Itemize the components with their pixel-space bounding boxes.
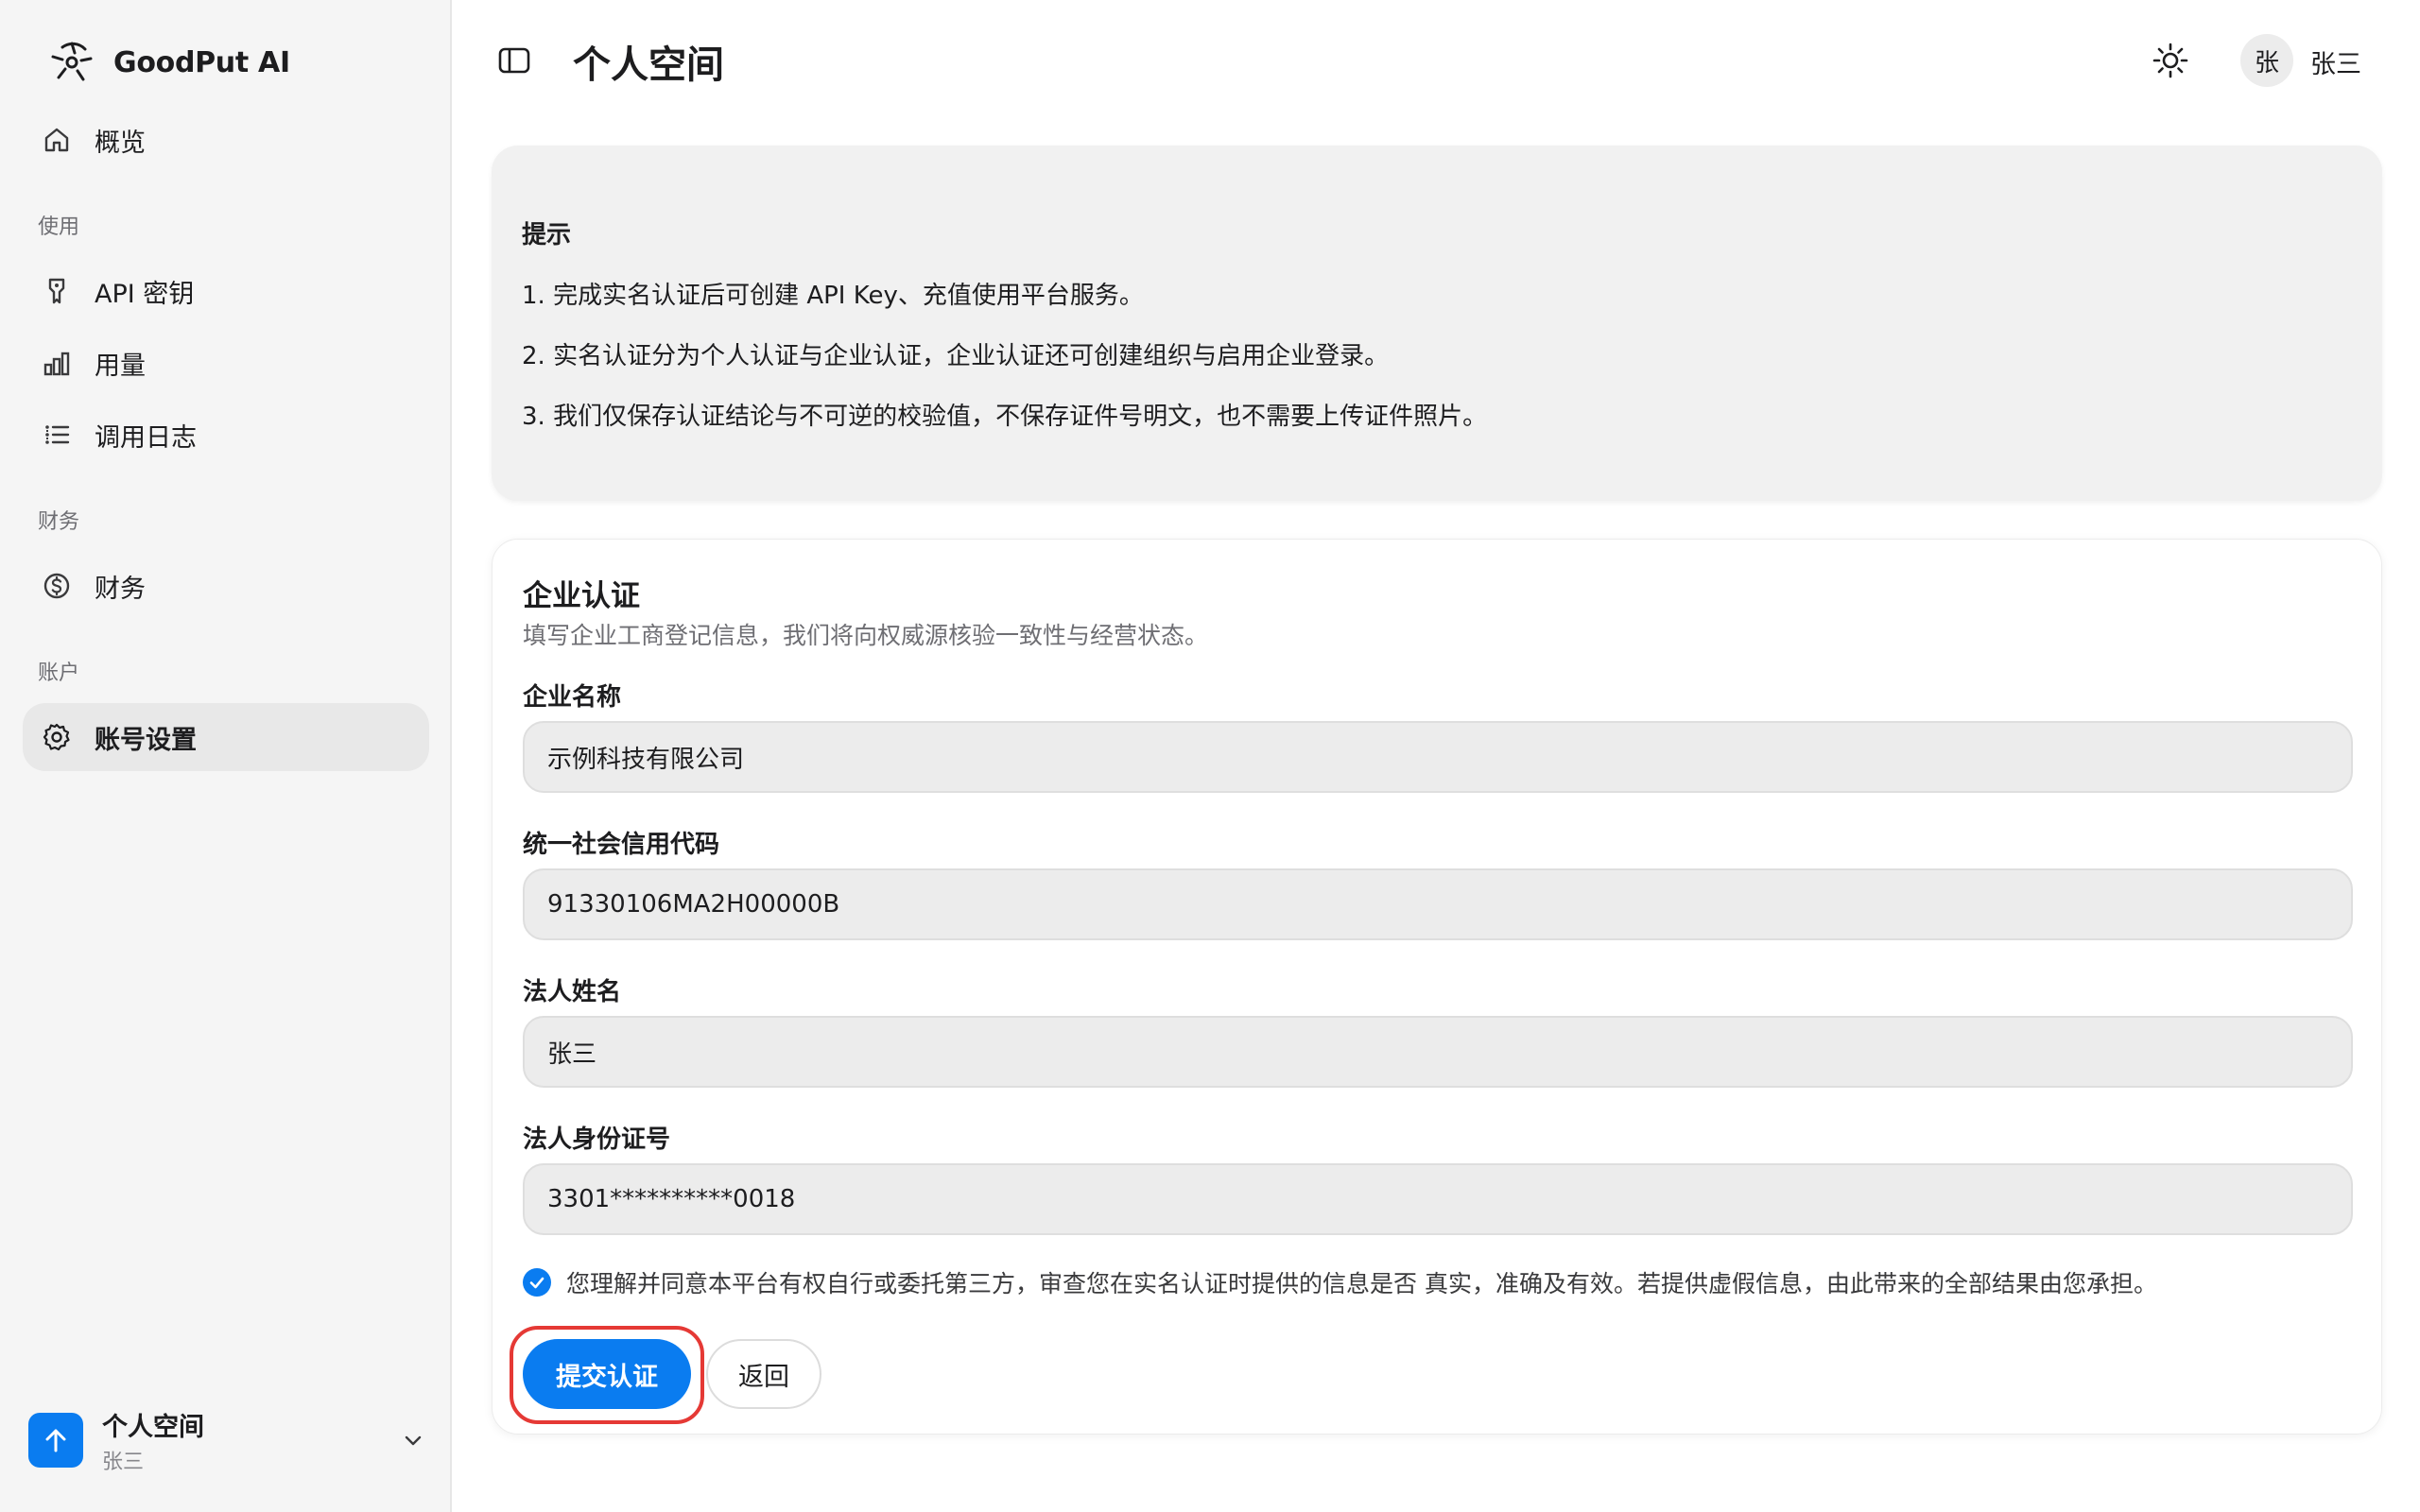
sidebar-item-logs[interactable]: 调用日志 xyxy=(23,401,429,469)
back-button[interactable]: 返回 xyxy=(706,1339,821,1409)
form-title: 企业认证 xyxy=(523,579,640,613)
home-icon xyxy=(44,128,69,152)
workspace-text: 个人空间 张三 xyxy=(102,1406,382,1475)
nav-section-finance: 财务 xyxy=(38,510,80,534)
dollar-circle-icon xyxy=(43,573,70,599)
workspace-user: 张三 xyxy=(102,1450,145,1474)
workspace-name: 个人空间 xyxy=(102,1412,204,1442)
company-name-input[interactable] xyxy=(523,721,2353,793)
avatar[interactable]: 张 xyxy=(2240,34,2293,87)
sidebar-toggle-icon[interactable] xyxy=(497,45,531,76)
gear-icon xyxy=(43,723,70,751)
sidebar-item-finance[interactable]: 财务 xyxy=(23,552,429,620)
legal-id-input[interactable] xyxy=(523,1163,2353,1235)
legal-name-label: 法人姓名 xyxy=(523,978,622,1006)
form-description: 填写企业工商登记信息，我们将向权威源核验一致性与经营状态。 xyxy=(523,622,1209,649)
notice-line: 3. 我们仅保存认证结论与不可逆的校验值，不保存证件号明文，也不需要上传证件照片… xyxy=(522,403,1488,431)
list-icon xyxy=(45,425,70,444)
agreement-row: 您理解并同意本平台有权自行或委托第三方，审查您在实名认证时提供的信息是否 真实，… xyxy=(523,1265,2157,1299)
legal-id-label: 法人身份证号 xyxy=(523,1125,671,1154)
sidebar-item-label: 用量 xyxy=(95,351,146,381)
sidebar-item-label: API 密钥 xyxy=(95,279,195,309)
arrow-up-icon xyxy=(45,1429,66,1452)
sidebar-item-label: 概览 xyxy=(95,128,146,158)
sidebar-item-label: 账号设置 xyxy=(95,725,197,755)
sidebar-item-overview[interactable]: 概览 xyxy=(23,106,429,174)
brand-name: GoodPut AI xyxy=(113,45,290,79)
notice-title: 提示 xyxy=(522,221,572,249)
sidebar-item-usage[interactable]: 用量 xyxy=(23,329,429,397)
sun-icon[interactable] xyxy=(2152,42,2189,79)
brand[interactable]: GoodPut AI xyxy=(49,40,290,85)
key-icon xyxy=(48,278,65,304)
bar-chart-icon xyxy=(43,352,70,376)
sidebar: GoodPut AI 概览 使用 API 密钥 用量 调用日志 财务 财务 账户… xyxy=(0,0,452,1512)
nav-section-use: 使用 xyxy=(38,215,80,239)
legal-name-input[interactable] xyxy=(523,1016,2353,1088)
submit-verification-button[interactable]: 提交认证 xyxy=(523,1339,691,1409)
nav-section-account: 账户 xyxy=(38,662,80,685)
page-title: 个人空间 xyxy=(573,43,724,87)
sidebar-item-settings[interactable]: 账号设置 xyxy=(23,703,429,771)
workspace-icon xyxy=(28,1413,83,1468)
header-user-name[interactable]: 张三 xyxy=(2310,43,2361,80)
sidebar-item-label: 调用日志 xyxy=(95,422,197,453)
notice-line: 2. 实名认证分为个人认证与企业认证，企业认证还可创建组织与启用企业登录。 xyxy=(522,342,1390,370)
company-name-label: 企业名称 xyxy=(523,683,622,712)
enterprise-verification-form: 企业认证 填写企业工商登记信息，我们将向权威源核验一致性与经营状态。 企业名称 … xyxy=(492,539,2382,1435)
check-icon xyxy=(529,1277,544,1289)
notice-line: 1. 完成实名认证后可创建 API Key、充值使用平台服务。 xyxy=(522,282,1144,310)
goodput-logo-icon xyxy=(51,42,93,81)
workspace-switcher[interactable]: 个人空间 张三 xyxy=(28,1402,425,1478)
sidebar-item-label: 财务 xyxy=(95,574,146,604)
chevron-down-icon xyxy=(405,1435,422,1446)
notice-card: 提示 1. 完成实名认证后可创建 API Key、充值使用平台服务。 2. 实名… xyxy=(492,146,2382,501)
credit-code-input[interactable] xyxy=(523,868,2353,940)
agreement-text: 您理解并同意本平台有权自行或委托第三方，审查您在实名认证时提供的信息是否 真实，… xyxy=(566,1270,2157,1297)
agreement-checkbox[interactable] xyxy=(523,1268,551,1297)
credit-code-label: 统一社会信用代码 xyxy=(523,831,720,859)
sidebar-item-api-keys[interactable]: API 密钥 xyxy=(23,257,429,325)
